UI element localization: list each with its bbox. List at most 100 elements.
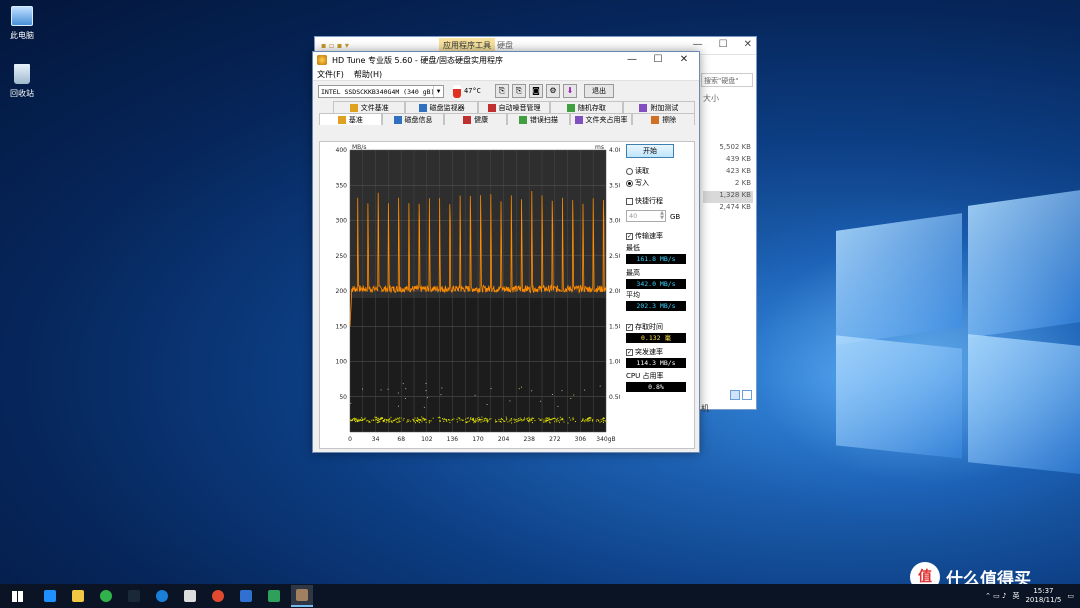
access-time-point [456, 418, 458, 420]
burst-rate-checkbox[interactable]: ✓ 突发速率 [626, 347, 663, 357]
access-time-point [486, 418, 488, 420]
desktop-icon-recycle-bin[interactable]: 回收站 [0, 64, 46, 99]
chrome-icon[interactable] [207, 585, 229, 607]
close-icon[interactable]: ✕ [671, 52, 697, 68]
maximize-icon[interactable]: ☐ [645, 52, 671, 68]
tab-folder-usage[interactable]: 文件夹占用率 [569, 113, 633, 125]
tab-speaker[interactable]: 自动噪音管理 [477, 101, 551, 113]
access-time-point [413, 420, 415, 422]
minimize-icon[interactable]: — [619, 52, 645, 68]
minimize-icon[interactable]: — [693, 39, 703, 50]
access-time-point [399, 417, 400, 419]
maximize-icon[interactable]: ☐ [719, 39, 728, 50]
tab-disk-monitor[interactable]: 磁盘监视器 [405, 101, 478, 113]
access-time-point [475, 418, 477, 420]
access-time-point [587, 418, 589, 420]
y2-tick-label: 0.50 [609, 394, 620, 401]
copy-screenshot-icon[interactable]: ⎘ [512, 84, 526, 98]
network-icon[interactable] [263, 585, 285, 607]
erase-icon [651, 115, 660, 124]
y-tick-label: 300 [336, 218, 348, 225]
spinner-icon[interactable]: ▲ ▼ [660, 211, 664, 221]
tab-random-access[interactable]: 随机存取 [550, 101, 623, 113]
start-button[interactable]: 开始 [626, 144, 674, 158]
save-icon[interactable]: ⬇ [563, 84, 577, 98]
file-size-cell[interactable]: 2 KB [703, 179, 753, 191]
start-icon[interactable] [3, 585, 31, 607]
access-time-point [387, 419, 389, 421]
access-time-point [550, 419, 552, 421]
explorer-search-input[interactable]: 搜索"硬盘" [701, 73, 753, 87]
file-size-cell[interactable]: 5,502 KB [703, 143, 753, 155]
access-time-point [377, 420, 378, 421]
access-time-checkbox[interactable]: ✓ 存取时间 [626, 322, 663, 332]
quick-stroke-input[interactable]: 40 ▲ ▼ [626, 210, 666, 222]
notification-icon[interactable]: ▭ [1067, 592, 1074, 600]
access-time-point [388, 421, 390, 423]
photos-icon[interactable] [235, 585, 257, 607]
drive-select[interactable]: INTEL SSDSCKKB340G4M (340 gB) ▼ [318, 84, 444, 98]
access-time-point [519, 419, 521, 421]
write-radio-label: 写入 [635, 179, 649, 187]
access-time-point [473, 420, 475, 422]
access-time-point [410, 420, 412, 422]
access-time-point [459, 419, 461, 421]
menu-help[interactable]: 帮助(H) [354, 69, 382, 80]
access-time-point [425, 419, 427, 421]
tab-disk-info[interactable]: 磁盘信息 [381, 113, 445, 125]
close-icon[interactable]: ✕ [744, 39, 752, 50]
access-time-point [581, 420, 583, 422]
camera-icon[interactable]: ◙ [529, 84, 543, 98]
access-time-point [477, 419, 479, 421]
access-time-point [415, 422, 416, 424]
size-column-header[interactable]: 大小 [703, 93, 719, 104]
xbox-icon[interactable] [95, 585, 117, 607]
tab-label: 擦除 [662, 115, 677, 124]
input-language[interactable]: 英 [1012, 591, 1019, 601]
file-size-cell[interactable]: 439 KB [703, 155, 753, 167]
access-time-point [443, 419, 445, 421]
access-time-point [588, 417, 590, 419]
exit-button[interactable]: 退出 [584, 84, 614, 98]
access-time-point [366, 420, 368, 422]
app-icon[interactable] [151, 585, 173, 607]
transfer-rate-checkbox[interactable]: ✓ 传输速率 [626, 231, 663, 241]
options-icon[interactable]: ⚙ [546, 84, 560, 98]
clock[interactable]: 15:37 2018/11/5 [1025, 587, 1061, 605]
access-time-point [483, 418, 485, 420]
tab-benchmark[interactable]: 基准 [319, 113, 382, 125]
tab-erase[interactable]: 擦除 [632, 113, 696, 125]
edge-icon[interactable] [39, 585, 61, 607]
desktop-icon-this-pc[interactable]: 此电脑 [0, 6, 46, 41]
quick-stroke-checkbox[interactable]: 快捷行程 [626, 196, 663, 206]
tab-extra-tests[interactable]: 附加测试 [622, 101, 696, 113]
file-explorer-icon[interactable] [67, 585, 89, 607]
access-time-point [355, 418, 357, 420]
read-radio[interactable]: 读取 [626, 166, 649, 176]
access-time-point [543, 421, 545, 423]
tab-error-scan[interactable]: 错误扫描 [507, 113, 570, 125]
file-size-cell[interactable]: 423 KB [703, 167, 753, 179]
tab-file-benchmark[interactable]: 文件基准 [333, 101, 406, 113]
access-time-point [449, 422, 451, 424]
qq-icon[interactable] [179, 585, 201, 607]
quick-access-icons[interactable]: ▪ ▫ ▪ ▾ [321, 41, 349, 50]
tab-health[interactable]: 健康 [444, 113, 508, 125]
desktop-icon-label: 此电脑 [10, 31, 34, 40]
file-size-cell[interactable]: 2,474 KB [703, 203, 753, 215]
access-time-point [507, 421, 509, 423]
large-icons-view-icon[interactable] [742, 390, 752, 400]
access-time-point [539, 419, 541, 421]
y2-tick-label: 2.00 [609, 288, 620, 295]
hdtune-icon[interactable] [291, 585, 313, 607]
hdtune-window[interactable]: HD Tune 专业版 5.60 - 硬盘/固态硬盘实用程序 — ☐ ✕ 文件(… [312, 51, 700, 453]
file-size-cell[interactable]: 1,328 KB [703, 191, 753, 203]
details-view-icon[interactable] [730, 390, 740, 400]
menu-file[interactable]: 文件(F) [317, 69, 344, 80]
copy-info-icon[interactable]: ⎘ [495, 84, 509, 98]
explorer-status-text: 机 [701, 404, 709, 413]
write-radio[interactable]: 写入 [626, 178, 649, 188]
access-time-point [394, 418, 396, 420]
tray-icons[interactable]: ⌃ ▭ ♪ [985, 592, 1006, 600]
steam-icon[interactable] [123, 585, 145, 607]
